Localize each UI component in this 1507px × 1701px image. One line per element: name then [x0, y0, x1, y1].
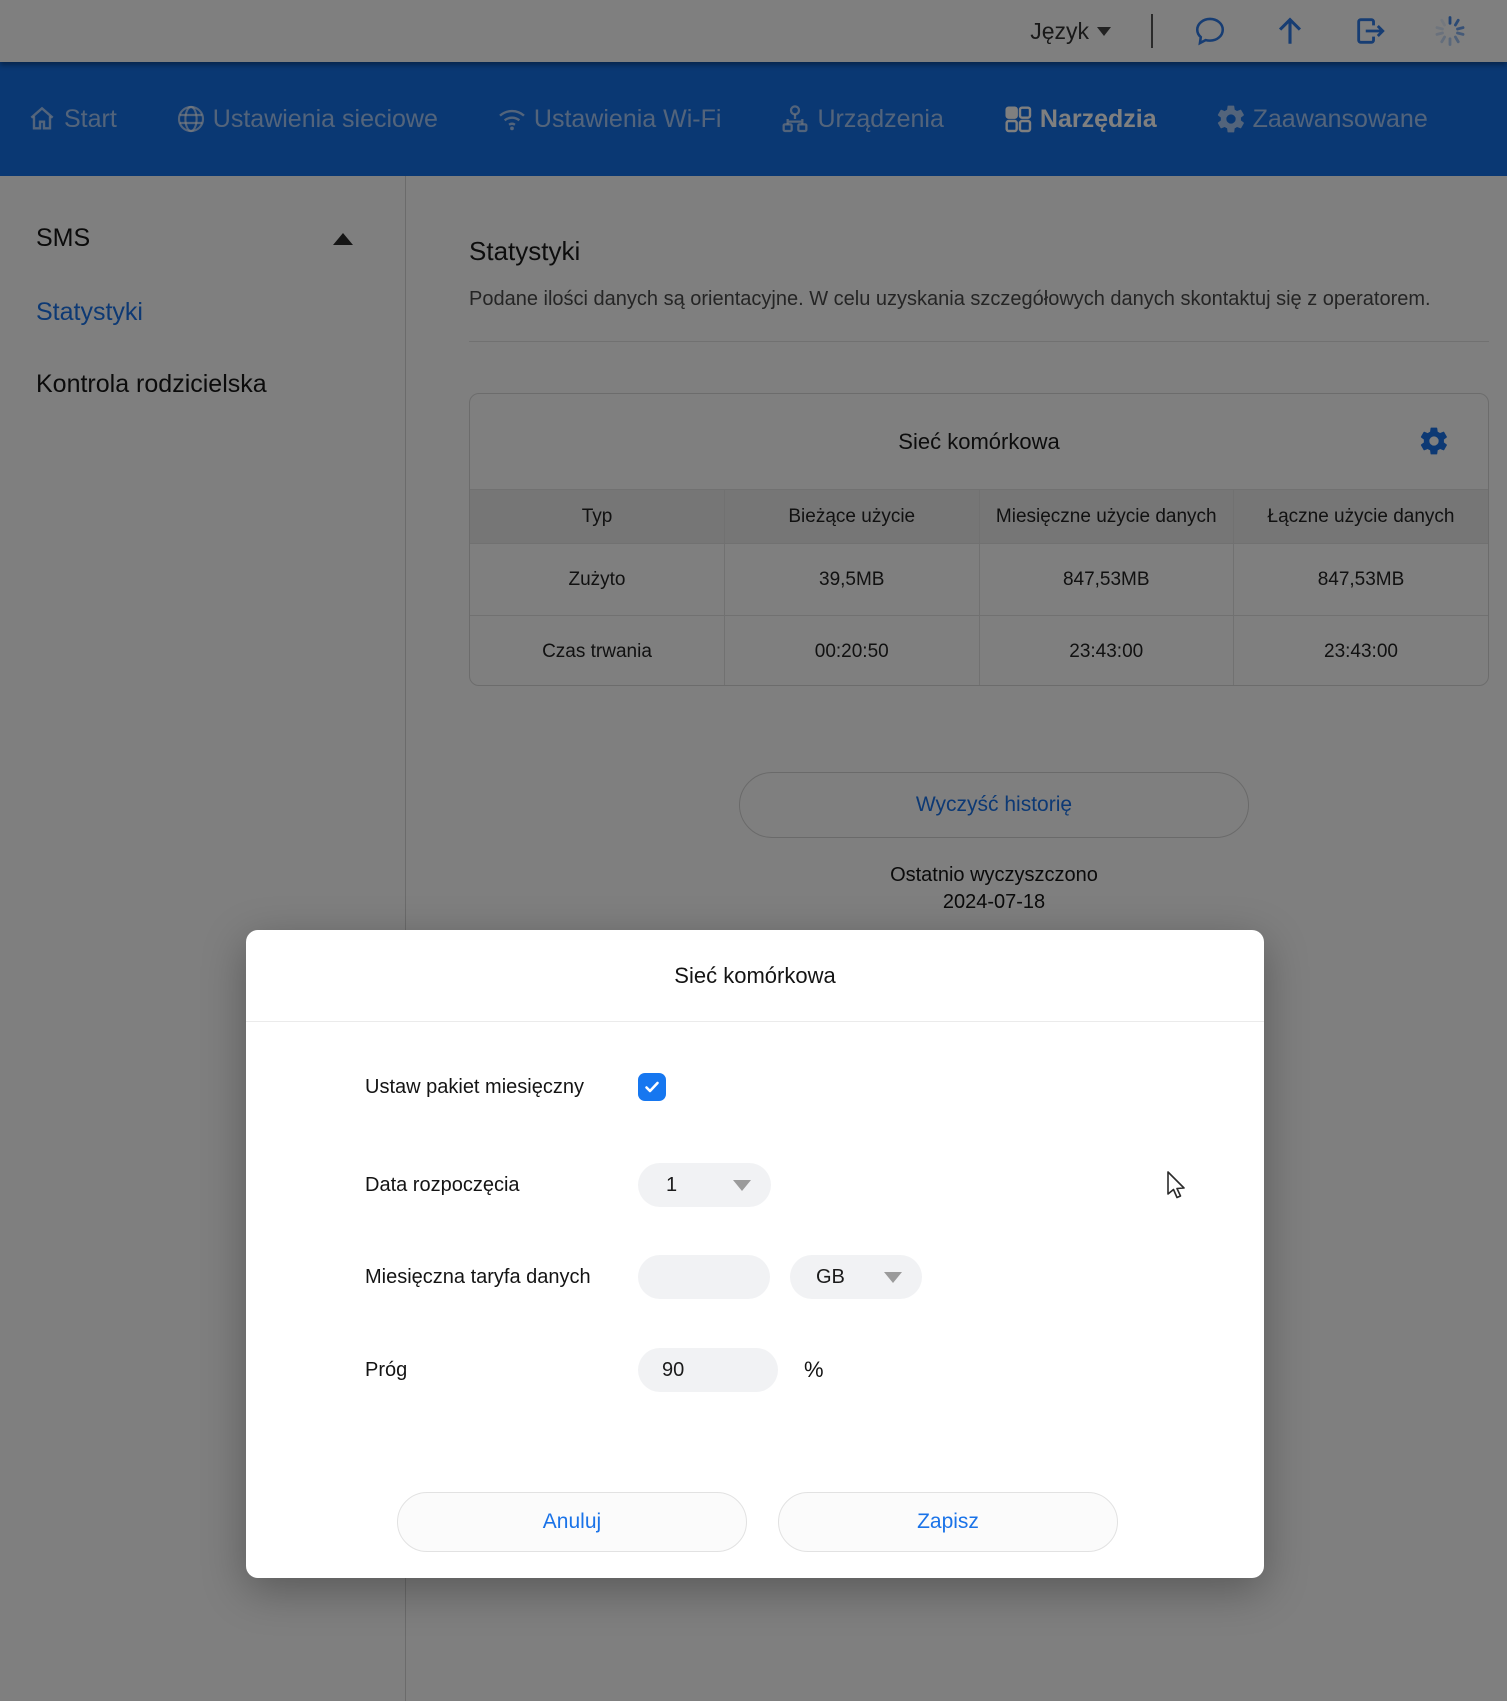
monthly-package-row: Ustaw pakiet miesięczny — [365, 1065, 1214, 1109]
chevron-down-icon — [733, 1180, 751, 1191]
dialog-title: Sieć komórkowa — [674, 963, 835, 989]
save-button[interactable]: Zapisz — [778, 1492, 1118, 1552]
chevron-down-icon — [884, 1272, 902, 1283]
percent-suffix: % — [804, 1357, 824, 1383]
field-label: Miesięczna taryfa danych — [365, 1266, 638, 1289]
selected-value: GB — [816, 1266, 845, 1289]
monthly-data-input[interactable] — [638, 1255, 770, 1299]
cancel-button[interactable]: Anuluj — [397, 1492, 747, 1552]
start-date-row: Data rozpoczęcia 1 — [365, 1163, 1214, 1207]
threshold-input[interactable] — [638, 1348, 778, 1392]
mouse-cursor — [1164, 1170, 1190, 1204]
threshold-row: Próg % — [365, 1348, 1214, 1392]
data-unit-select[interactable]: GB — [790, 1255, 922, 1299]
dialog-header: Sieć komórkowa — [246, 930, 1264, 1022]
monthly-data-row: Miesięczna taryfa danych GB — [365, 1255, 1214, 1299]
selected-value: 1 — [666, 1174, 677, 1197]
start-date-select[interactable]: 1 — [638, 1163, 771, 1207]
checkmark-icon — [643, 1078, 661, 1096]
monthly-package-checkbox[interactable] — [638, 1073, 666, 1101]
field-label: Próg — [365, 1359, 638, 1382]
field-label: Data rozpoczęcia — [365, 1174, 638, 1197]
field-label: Ustaw pakiet miesięczny — [365, 1076, 638, 1099]
cellular-settings-dialog: Sieć komórkowa Ustaw pakiet miesięczny D… — [246, 930, 1264, 1578]
